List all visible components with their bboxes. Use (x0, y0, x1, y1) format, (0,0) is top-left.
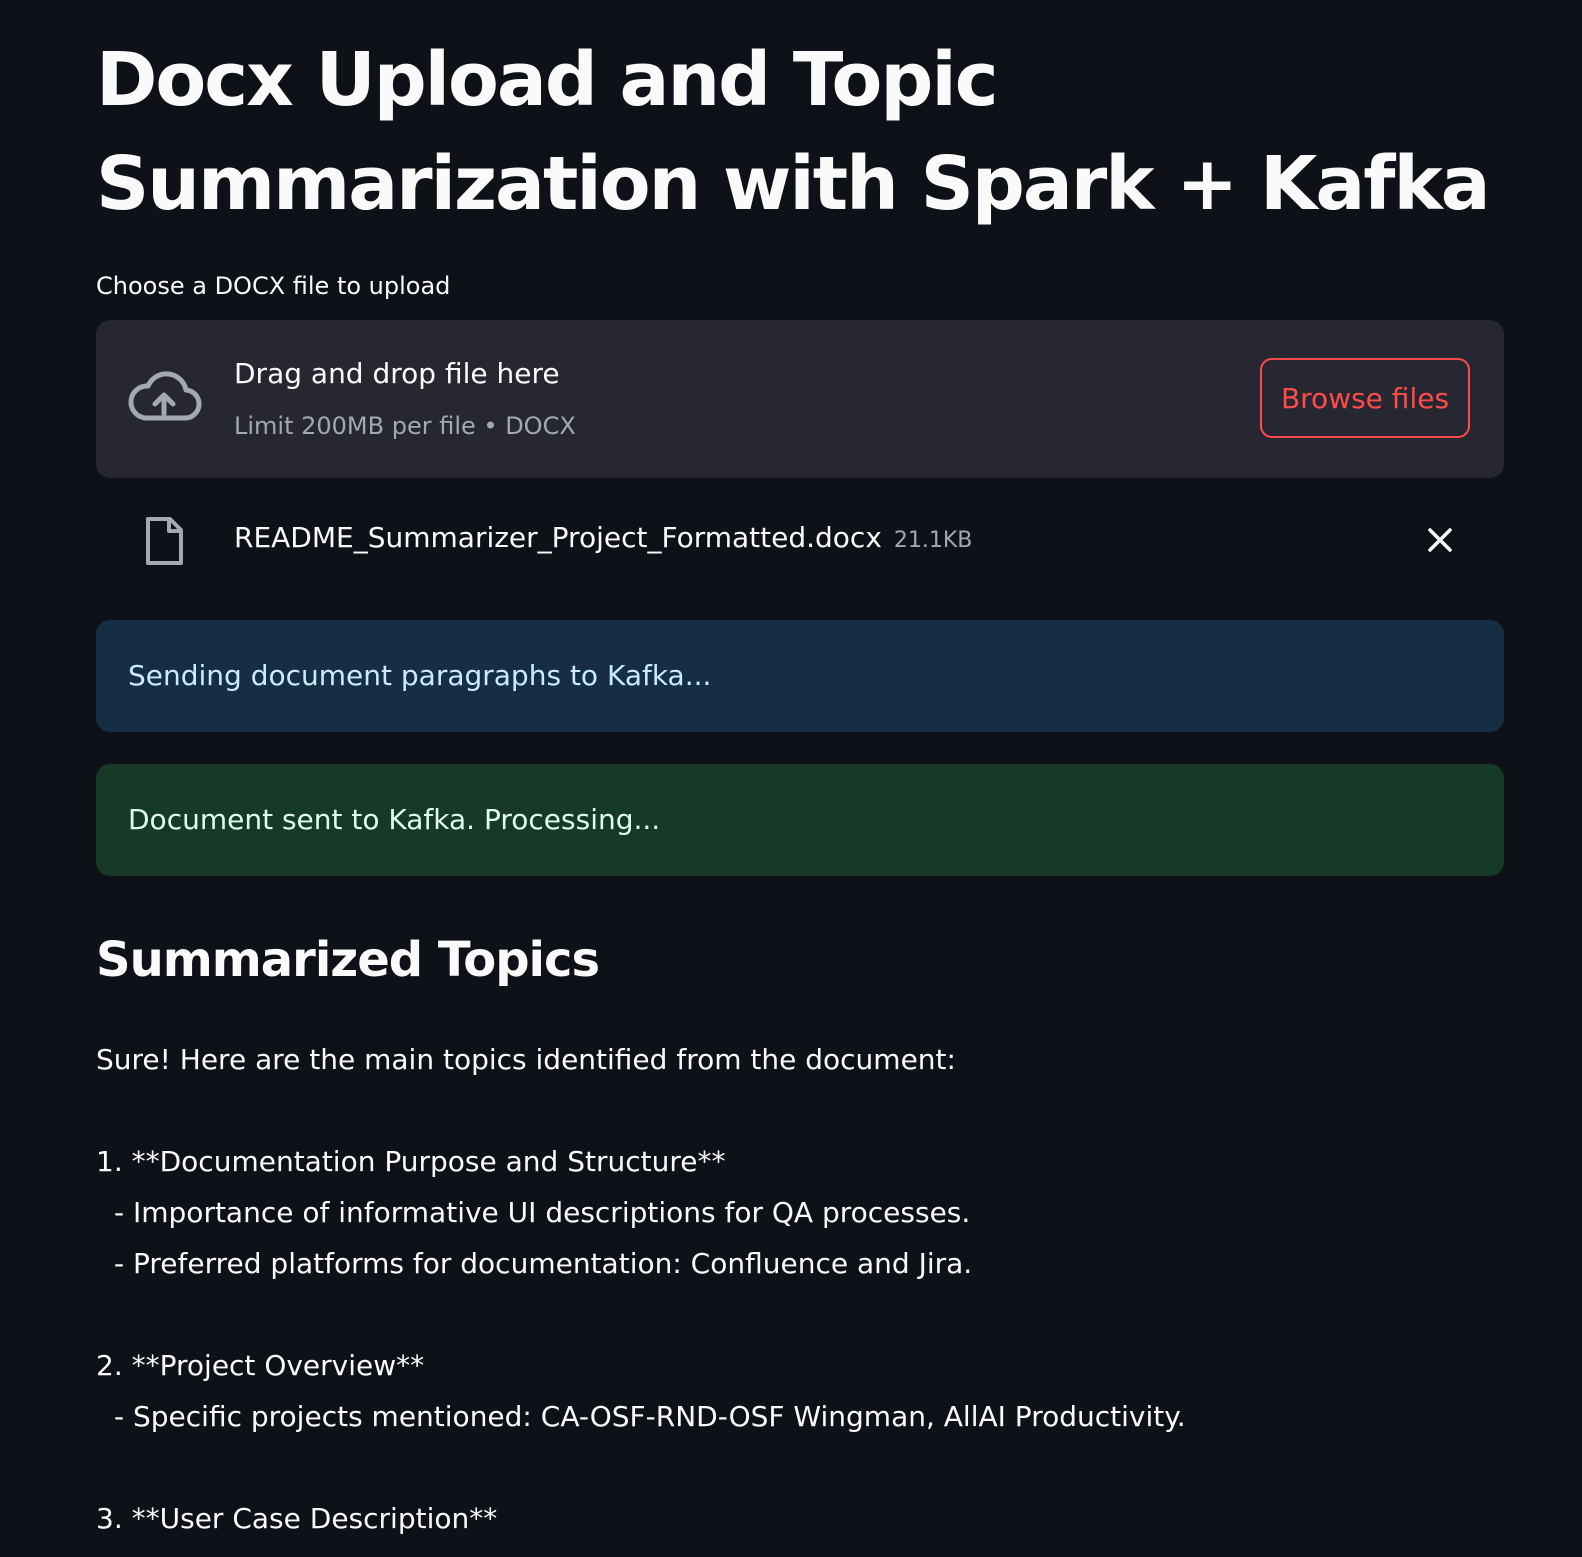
file-size: 21.1KB (893, 528, 973, 553)
summary-blank-line (96, 1442, 1516, 1493)
summary-line: 2. **Project Overview** (96, 1349, 425, 1382)
summary-line: 3. **User Case Description** (96, 1502, 498, 1535)
summary-line: - Importance of informative UI descripti… (114, 1196, 971, 1229)
uploaded-file-name: README_Summarizer_Project_Formatted.docx… (234, 520, 972, 559)
uploaded-file-row: README_Summarizer_Project_Formatted.docx… (96, 500, 1504, 580)
dropzone-title: Drag and drop file here (234, 357, 560, 390)
file-dropzone[interactable]: Drag and drop file here Limit 200MB per … (96, 320, 1504, 478)
file-name-text: README_Summarizer_Project_Formatted.docx (234, 521, 882, 554)
page-title: Docx Upload and Topic Summarization with… (96, 37, 1491, 227)
dropzone-limit-text: Limit 200MB per file • DOCX (234, 412, 576, 440)
cloud-upload-icon (128, 371, 202, 421)
app-page: Docx Upload and Topic Summarization with… (0, 0, 1582, 1557)
section-heading: Summarized Topics (96, 932, 600, 988)
summary-line: - Specific projects mentioned: CA-OSF-RN… (114, 1400, 1186, 1433)
summary-text: Sure! Here are the main topics identifie… (96, 1034, 1516, 1544)
close-icon[interactable] (1420, 520, 1460, 560)
summary-blank-line (96, 1085, 1516, 1136)
browse-files-button[interactable]: Browse files (1260, 358, 1470, 438)
summary-line: 1. **Documentation Purpose and Structure… (96, 1145, 726, 1178)
file-icon (146, 517, 183, 565)
uploader-label: Choose a DOCX file to upload (96, 272, 451, 300)
info-alert: Sending document paragraphs to Kafka... (96, 620, 1504, 732)
summary-blank-line (96, 1289, 1516, 1340)
summary-line: - Preferred platforms for documentation:… (114, 1247, 973, 1280)
success-alert: Document sent to Kafka. Processing... (96, 764, 1504, 876)
summary-line: Sure! Here are the main topics identifie… (96, 1043, 956, 1076)
